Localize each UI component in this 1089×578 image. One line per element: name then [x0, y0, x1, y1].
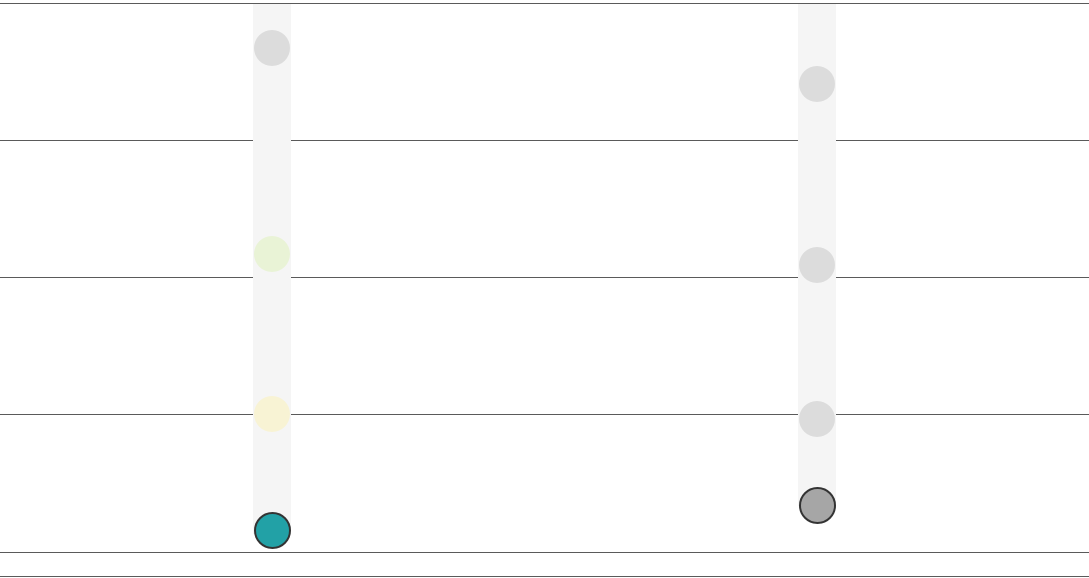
row-divider-bottom — [0, 576, 1089, 577]
row-divider-top — [0, 3, 1089, 4]
row-divider-4 — [0, 552, 1089, 553]
right-marker-row-4 — [799, 487, 836, 524]
row-divider-3 — [0, 414, 1089, 415]
right-marker-row-2 — [799, 247, 835, 283]
left-marker-row-4 — [254, 512, 291, 549]
left-marker-row-3 — [254, 396, 290, 432]
row-divider-2 — [0, 277, 1089, 278]
left-marker-row-1 — [254, 30, 290, 66]
right-marker-row-3 — [799, 401, 835, 437]
left-marker-row-2 — [254, 236, 290, 272]
timeline-diagram — [0, 0, 1089, 578]
row-divider-1 — [0, 140, 1089, 141]
right-marker-row-1 — [799, 66, 835, 102]
